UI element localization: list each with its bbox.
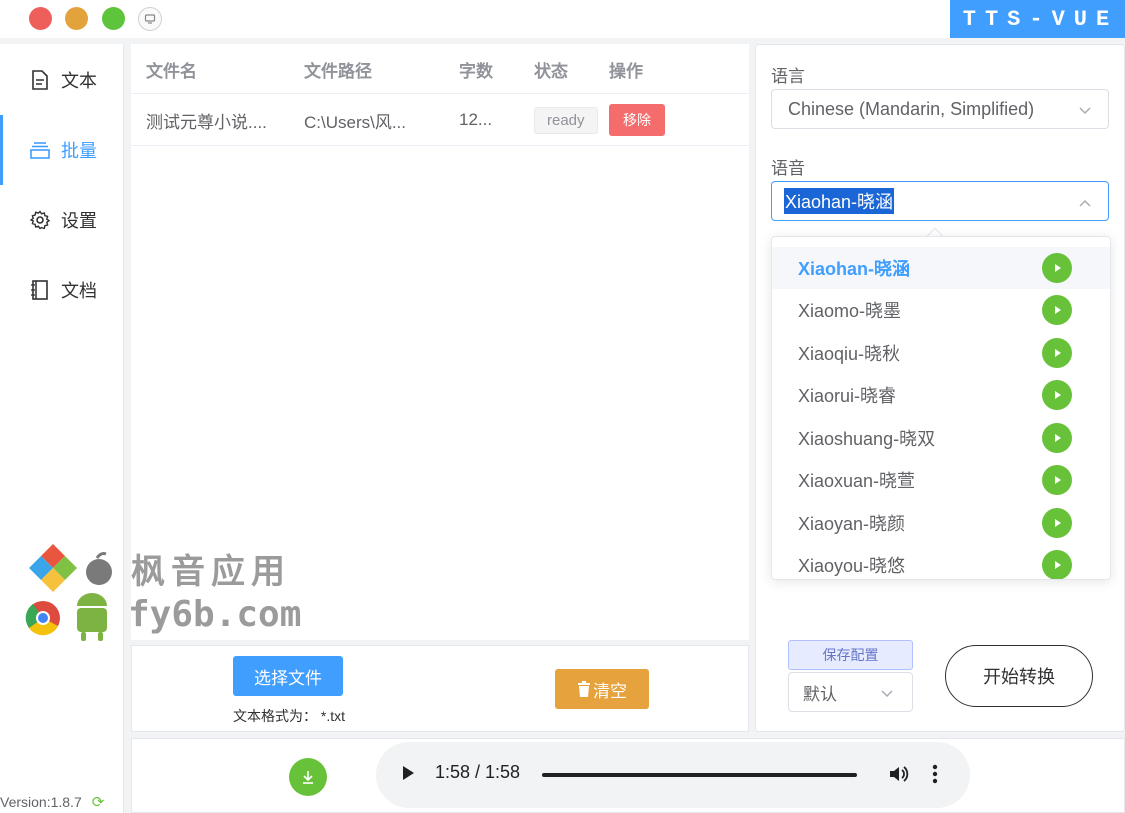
chevron-up-icon <box>1078 194 1092 215</box>
column-header: 文件路径 <box>304 61 372 81</box>
layers-icon <box>30 140 50 160</box>
voice-value: Xiaohan-晓涵 <box>784 188 895 214</box>
watermark-line2: fy6b.com <box>128 594 302 635</box>
preset-value: 默认 <box>803 684 837 704</box>
voice-option-label: Xiaomo-晓墨 <box>798 301 902 321</box>
play-icon[interactable] <box>1042 295 1072 325</box>
voice-option-label: Xiaoshuang-晓双 <box>798 429 936 449</box>
remove-button[interactable]: 移除 <box>609 104 665 136</box>
column-header: 操作 <box>609 61 643 81</box>
language-value: Chinese (Mandarin, Simplified) <box>788 98 1035 119</box>
voice-label: 语音 <box>771 159 805 178</box>
sidebar-item-settings[interactable]: 设置 <box>0 185 124 255</box>
table-row: 测试元尊小说.... C:\Users\风... 12... ready 移除 <box>131 94 749 146</box>
close-window-button[interactable] <box>29 7 52 30</box>
app-brand: TTS-VUE <box>950 0 1125 38</box>
seek-bar[interactable] <box>542 773 857 777</box>
watermark: 枫音应用 fy6b.com <box>25 542 325 642</box>
action-cell: 移除 <box>609 94 665 146</box>
sidebar-item-label: 文本 <box>61 71 97 91</box>
refresh-icon[interactable]: ⟳ <box>92 793 105 811</box>
chevron-down-icon <box>1078 102 1092 123</box>
voice-option-label: Xiaohan-晓涵 <box>798 259 911 279</box>
voice-option[interactable]: Xiaoyan-晓颜 <box>772 502 1110 544</box>
file-name-cell: 测试元尊小说.... <box>146 112 267 132</box>
volume-icon[interactable] <box>888 763 910 790</box>
status-badge: ready <box>534 106 598 134</box>
minimize-window-button[interactable] <box>65 7 88 30</box>
voice-option[interactable]: Xiaomo-晓墨 <box>772 289 1110 331</box>
gear-icon <box>30 210 50 230</box>
watermark-logo <box>25 544 112 641</box>
voice-option[interactable]: Xiaohan-晓涵 <box>772 247 1110 289</box>
sidebar-item-label: 设置 <box>61 211 97 231</box>
start-convert-button[interactable]: 开始转换 <box>945 645 1093 707</box>
play-icon[interactable] <box>1042 465 1072 495</box>
sidebar-item-docs[interactable]: 文档 <box>0 255 124 325</box>
select-file-button[interactable]: 选择文件 <box>233 656 343 696</box>
sidebar-item-text[interactable]: 文本 <box>0 45 124 115</box>
voice-option[interactable]: Xiaoqiu-晓秋 <box>772 332 1110 374</box>
sidebar-item-label: 文档 <box>61 281 97 301</box>
voice-dropdown: Xiaohan-晓涵 Xiaomo-晓墨 Xiaoqiu-晓秋 Xiaorui-… <box>771 236 1111 580</box>
voice-option-label: Xiaoxuan-晓萱 <box>798 471 916 491</box>
play-icon[interactable] <box>1042 338 1072 368</box>
column-header: 字数 <box>459 61 493 81</box>
clear-label: 清空 <box>593 681 627 701</box>
voice-option-label: Xiaoqiu-晓秋 <box>798 344 901 364</box>
column-header: 状态 <box>534 61 568 81</box>
voice-option[interactable]: Xiaoyou-晓悠 <box>772 544 1110 579</box>
clear-button[interactable]: 清空 <box>555 669 649 709</box>
playback-time: 1:58 / 1:58 <box>435 762 521 782</box>
version-label: Version:1.8.7 <box>0 794 82 810</box>
maximize-window-button[interactable] <box>102 7 125 30</box>
voice-option-label: Xiaoyan-晓颜 <box>798 514 906 534</box>
voice-option-label: Xiaorui-晓睿 <box>798 386 897 406</box>
download-icon <box>301 770 315 784</box>
title-bar: TTS-VUE <box>0 0 1125 38</box>
play-icon[interactable] <box>1042 550 1072 579</box>
player-bar: 1:58 / 1:58 <box>131 738 1125 813</box>
sidebar-item-batch[interactable]: 批量 <box>0 115 124 185</box>
notebook-icon <box>30 280 50 300</box>
language-select[interactable]: Chinese (Mandarin, Simplified) <box>771 89 1109 129</box>
voice-option-label: Xiaoyou-晓悠 <box>798 556 906 576</box>
column-header: 文件名 <box>146 61 197 81</box>
download-button[interactable] <box>289 758 327 796</box>
table-header: 文件名 文件路径 字数 状态 操作 <box>131 44 749 94</box>
play-icon[interactable] <box>1042 380 1072 410</box>
play-icon[interactable] <box>1042 253 1072 283</box>
trash-icon <box>577 681 591 697</box>
word-count-cell: 12... <box>459 110 493 129</box>
chevron-down-icon <box>880 686 894 706</box>
play-icon[interactable] <box>1042 508 1072 538</box>
sidebar: 文本 批量 设置 文档 Version:1.8.7 ⟳ <box>0 44 124 813</box>
preset-select[interactable]: 默认 <box>788 672 913 712</box>
format-hint: 文本格式为： *.txt <box>233 708 346 724</box>
file-path-cell: C:\Users\风... <box>304 112 407 132</box>
watermark-line1: 枫音应用 <box>131 553 291 591</box>
play-icon[interactable] <box>1042 423 1072 453</box>
audio-player: 1:58 / 1:58 <box>376 742 970 808</box>
sidebar-item-label: 批量 <box>61 141 97 161</box>
voice-option[interactable]: Xiaoxuan-晓萱 <box>772 459 1110 501</box>
voice-option[interactable]: Xiaorui-晓睿 <box>772 374 1110 416</box>
language-label: 语言 <box>771 67 805 86</box>
monitor-icon[interactable] <box>138 7 162 31</box>
voice-option[interactable]: Xiaoshuang-晓双 <box>772 417 1110 459</box>
play-icon[interactable] <box>400 764 416 787</box>
voice-select[interactable]: Xiaohan-晓涵 <box>771 181 1109 221</box>
status-cell: ready <box>534 94 598 146</box>
document-icon <box>30 70 50 90</box>
more-options-icon[interactable] <box>932 763 938 790</box>
version-info: Version:1.8.7 ⟳ <box>0 793 104 811</box>
save-config-button[interactable]: 保存配置 <box>788 640 913 670</box>
batch-action-bar: 选择文件 文本格式为： *.txt 清空 <box>131 645 749 732</box>
